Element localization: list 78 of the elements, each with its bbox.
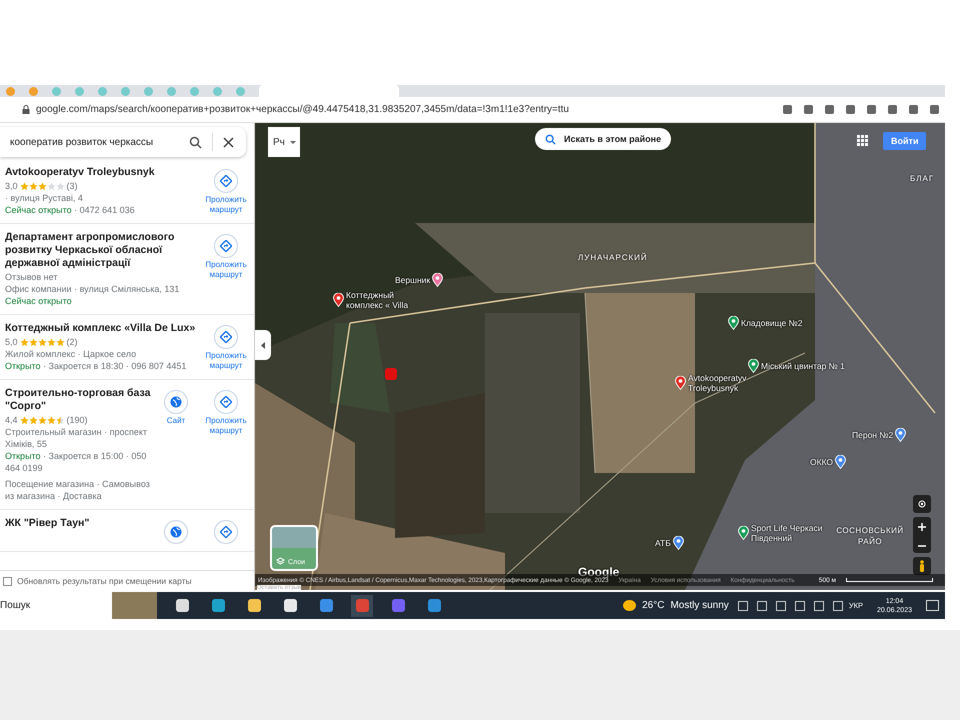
district-label: ЛУНАЧАРСКИЙ (578, 253, 648, 262)
website-button[interactable]: Сайт (154, 390, 198, 426)
collapse-panel-button[interactable] (255, 330, 271, 360)
place-label[interactable]: АТБ (655, 538, 671, 548)
place-name[interactable]: Департамент агропромислового розвитку Черкаської обласної державної адміністрації (5, 231, 204, 270)
directions-icon (220, 331, 232, 343)
map-pin-icon[interactable] (432, 273, 444, 287)
place-name[interactable]: Коттеджный комплекс «Villa De Lux» (5, 322, 204, 335)
globe-icon (170, 396, 182, 408)
apps-grid-icon[interactable] (857, 135, 868, 146)
map-logo: Google (578, 565, 620, 579)
address-bar-url[interactable]: google.com/maps/search/кооператив+розвиток+черкассы/@49.4475418,31.9835207,3455m/data=!3m1!1e3?entry=ttu (36, 104, 569, 115)
review-count: (3) (66, 180, 78, 192)
temperature[interactable]: 26°C (642, 600, 664, 611)
target-icon (917, 499, 927, 509)
directions-button[interactable]: Проложить маршрут (204, 234, 248, 280)
place-label[interactable]: Міський цвинтар № 1 (761, 361, 845, 371)
search-icon[interactable] (189, 136, 202, 148)
map-pin-icon[interactable] (738, 526, 749, 540)
directions-button[interactable]: Проложить маршрут (204, 169, 248, 215)
map-pin-icon[interactable] (748, 359, 759, 373)
place-label[interactable]: Перон №2 (852, 430, 894, 440)
place-label[interactable]: Вершник (395, 275, 430, 285)
directions-icon (220, 396, 232, 408)
info-line: Строительный магазин · проспект Хіміків, 55 (5, 426, 148, 450)
directions-button[interactable]: Проложить маршрут (204, 325, 248, 371)
service-options: Посещение магазина · Самовывоз из магазина · Доставка (5, 478, 154, 502)
info-line: Сейчас открыто (5, 295, 73, 307)
search-this-area-button[interactable]: Искать в этом районе (535, 128, 672, 150)
place-label[interactable]: Sport Life Черкаси Південний (751, 523, 833, 543)
district-label: БЛАГ (910, 174, 934, 183)
map-pin-icon[interactable] (895, 428, 906, 442)
place-label[interactable]: Кладовище №2 (741, 318, 802, 328)
caret-icon (260, 342, 266, 348)
search-icon (545, 134, 556, 144)
weather-text[interactable]: Mostly sunny (670, 600, 729, 611)
my-location-button[interactable] (913, 495, 931, 513)
review-count: (2) (66, 336, 78, 348)
directions-icon (220, 526, 232, 538)
place-name[interactable]: Avtokooperatyv Troleybusnyk (5, 166, 204, 179)
place-name[interactable]: ЖК "Рівер Таун" (5, 517, 154, 530)
map-pin-icon[interactable] (728, 316, 739, 330)
close-icon[interactable] (223, 136, 234, 148)
info-line: Открыто · Закроется в 15:00 · 050 464 0199 (5, 450, 148, 474)
directions-button[interactable]: Проложить маршрут (204, 390, 248, 436)
rating-value: 4,4 (5, 414, 18, 426)
pegman-icon[interactable] (919, 560, 925, 572)
map-pin-icon[interactable] (835, 455, 846, 469)
info-line: · вулиця Руставі, 4 (5, 192, 84, 204)
taskbar-search[interactable]: Пошук (0, 592, 112, 619)
place-label[interactable]: Коттеджный комплекс « Villa (346, 290, 414, 310)
update-results-checkbox[interactable]: Обновлять результаты при смещении карты (0, 570, 254, 591)
map-pin-icon[interactable] (333, 293, 344, 307)
info-line: Отзывов нет (5, 271, 58, 283)
info-line: Сейчас открыто · 0472 641 036 (5, 204, 136, 216)
district-label: СОСНОВСЬКИЙ РАЙО (835, 525, 905, 547)
search-field[interactable]: кооператив розвиток черкассы (0, 127, 246, 157)
location-marker (385, 368, 397, 380)
zoom-in-icon[interactable] (918, 523, 926, 531)
info-line: Офис компании · вулиця Смілянська, 131 (5, 283, 180, 295)
place-label[interactable]: ОККО (810, 457, 834, 467)
place-name[interactable]: Строительно-торговая база "Сорго" (5, 387, 154, 413)
rating-value: 3,0 (5, 180, 18, 192)
sign-in-button[interactable]: Войти (883, 132, 926, 150)
weather-icon (623, 600, 636, 611)
directions-icon (220, 240, 232, 252)
map-pin-icon[interactable] (672, 536, 684, 550)
directions-icon (220, 175, 232, 187)
review-count: (190) (66, 414, 88, 426)
layers-icon (276, 557, 285, 566)
info-line: Открыто · Закроется в 18:30 · 096 807 4451 (5, 360, 188, 372)
info-line: Жилой комплекс · Царкое село (5, 348, 138, 360)
place-label[interactable]: Avtokooperatyv Troleybusnyk (688, 373, 756, 393)
globe-icon (170, 526, 182, 538)
language-button[interactable]: Рч (268, 127, 300, 157)
satellite-map-drawing[interactable] (255, 123, 945, 590)
rating-value: 5,0 (5, 336, 18, 348)
dropdown-caret-icon (290, 140, 296, 144)
